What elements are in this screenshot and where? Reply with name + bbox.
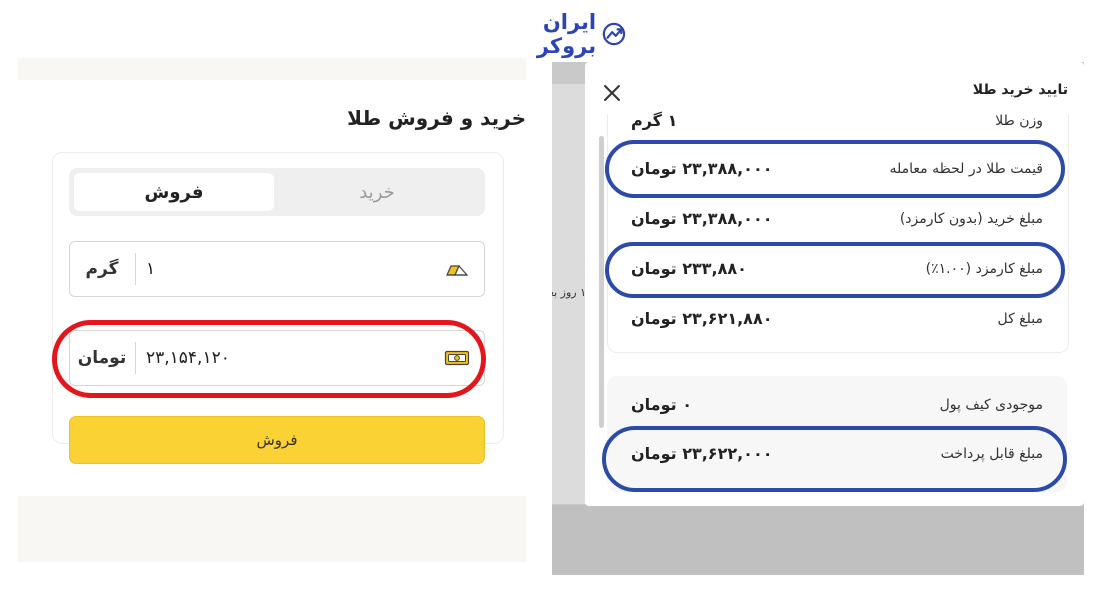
- highlight-ring-gold-price: [605, 140, 1065, 198]
- highlight-ring-payable: [602, 426, 1067, 492]
- summary-row-purchase-amount: مبلغ خرید (بدون کارمزد) ۲۳,۳۸۸,۰۰۰ تومان: [607, 204, 1067, 234]
- input-divider: [135, 253, 136, 285]
- wallet-row-balance: موجودی کیف پول ۰ تومان: [607, 390, 1067, 420]
- row-label: وزن طلا: [995, 113, 1043, 129]
- modal-title: تایید خرید طلا: [972, 82, 1068, 98]
- header-band: [18, 58, 526, 80]
- page-overlay-footer: [552, 505, 1084, 575]
- page-title: خرید و فروش طلا: [347, 106, 526, 130]
- brand-name: ایران بروکر: [536, 10, 597, 58]
- highlight-ring-amount: [52, 320, 486, 398]
- row-value: ۱ گرم: [631, 111, 678, 130]
- confirm-purchase-modal: تایید خرید طلا وزن طلا ۱ گرم قیمت طلا در…: [585, 62, 1084, 506]
- row-label: مبلغ خرید (بدون کارمزد): [899, 211, 1043, 227]
- highlight-ring-fee: [605, 242, 1065, 298]
- row-value: ۲۳,۶۲۱,۸۸۰ تومان: [631, 309, 773, 328]
- row-label: موجودی کیف پول: [939, 397, 1043, 413]
- weight-value[interactable]: ۱: [146, 242, 155, 296]
- tab-buy[interactable]: خرید: [277, 173, 477, 211]
- summary-row-weight: وزن طلا ۱ گرم: [607, 106, 1067, 136]
- summary-row-total: مبلغ کل ۲۳,۶۲۱,۸۸۰ تومان: [607, 304, 1067, 334]
- growth-chart-icon: [602, 22, 626, 46]
- row-label: مبلغ کل: [997, 311, 1043, 327]
- close-icon[interactable]: [601, 82, 623, 104]
- tab-sell[interactable]: فروش: [74, 173, 274, 211]
- background-text: ۱ روز بعد: [552, 286, 586, 299]
- footer-band: [18, 496, 526, 562]
- row-value: ۲۳,۳۸۸,۰۰۰ تومان: [631, 209, 773, 228]
- trade-tabs: خرید فروش: [69, 168, 485, 216]
- sell-button[interactable]: فروش: [69, 416, 485, 464]
- weight-input[interactable]: گرم ۱: [69, 241, 485, 297]
- row-value: ۰ تومان: [631, 395, 692, 414]
- weight-unit-label: گرم: [85, 259, 119, 279]
- gold-bar-icon: [446, 264, 469, 276]
- scrollbar[interactable]: [599, 136, 604, 428]
- brand-logo: ایران بروکر: [486, 10, 626, 58]
